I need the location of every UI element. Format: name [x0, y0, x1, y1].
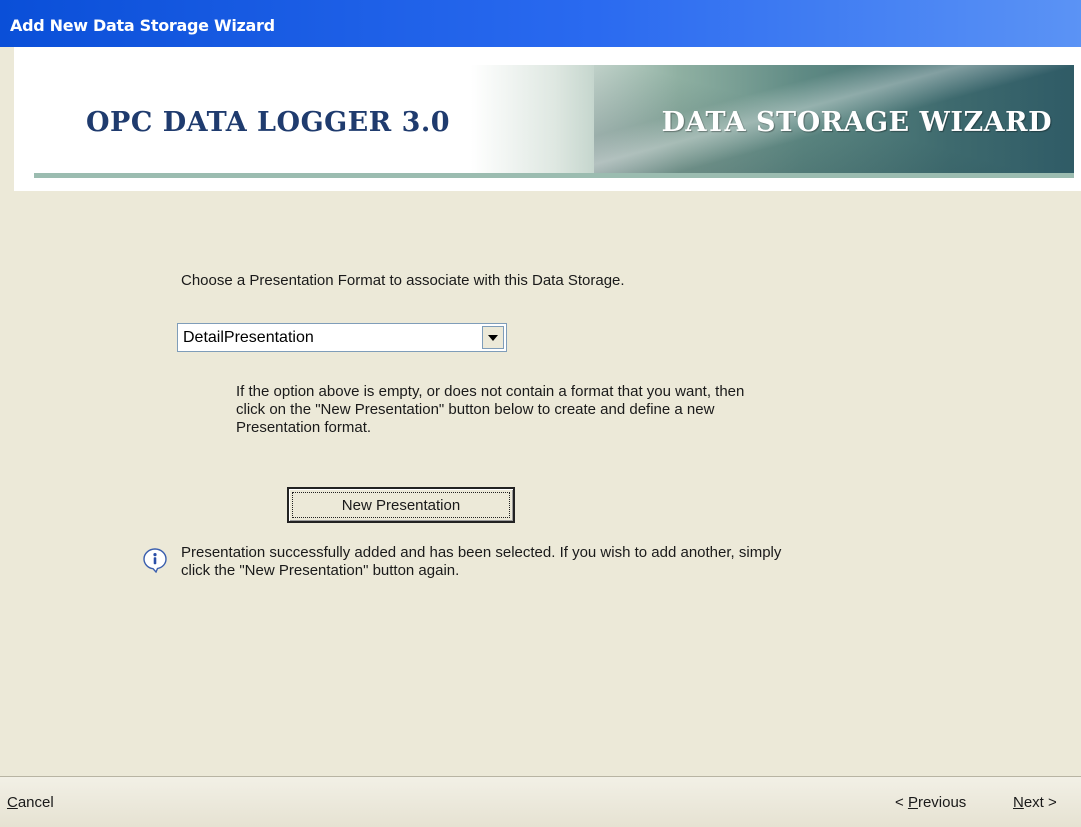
new-presentation-button[interactable]: New Presentation	[287, 487, 515, 523]
help-text: If the option above is empty, or does no…	[236, 383, 745, 436]
presentation-format-value: DetailPresentation	[183, 329, 314, 346]
next-button[interactable]: Next >	[1013, 794, 1057, 811]
status-message: Presentation successfully added and has …	[181, 544, 782, 579]
previous-button[interactable]: < Previous	[895, 794, 966, 811]
chevron-down-icon[interactable]	[482, 326, 504, 349]
wizard-banner: OPC DATA LOGGER 3.0 DATA STORAGE WIZARD	[14, 47, 1081, 191]
cancel-button[interactable]: Cancel	[7, 794, 54, 811]
previous-prefix: <	[895, 794, 908, 811]
cancel-rest: ancel	[17, 794, 54, 811]
product-name: OPC DATA LOGGER 3.0	[86, 107, 451, 138]
next-rest: ext >	[1023, 794, 1057, 811]
new-presentation-label: New Presentation	[341, 497, 461, 514]
banner-graphic: OPC DATA LOGGER 3.0 DATA STORAGE WIZARD	[34, 65, 1074, 178]
previous-rest: revious	[917, 794, 967, 811]
previous-accelerator: P	[907, 794, 918, 811]
title-bar[interactable]: Add New Data Storage Wizard	[0, 0, 1081, 47]
window-title: Add New Data Storage Wizard	[10, 16, 275, 35]
wizard-content: Choose a Presentation Format to associat…	[0, 195, 1081, 775]
next-accelerator: N	[1013, 794, 1024, 811]
cancel-accelerator: C	[7, 794, 18, 811]
presentation-format-select[interactable]: DetailPresentation	[177, 323, 507, 352]
wizard-footer: Cancel < Previous Next >	[0, 776, 1081, 827]
wizard-name: DATA STORAGE WIZARD	[661, 107, 1052, 138]
instruction-text: Choose a Presentation Format to associat…	[181, 272, 625, 289]
wizard-window: Add New Data Storage Wizard OPC DATA LOG…	[0, 0, 1081, 827]
info-icon	[143, 548, 167, 573]
